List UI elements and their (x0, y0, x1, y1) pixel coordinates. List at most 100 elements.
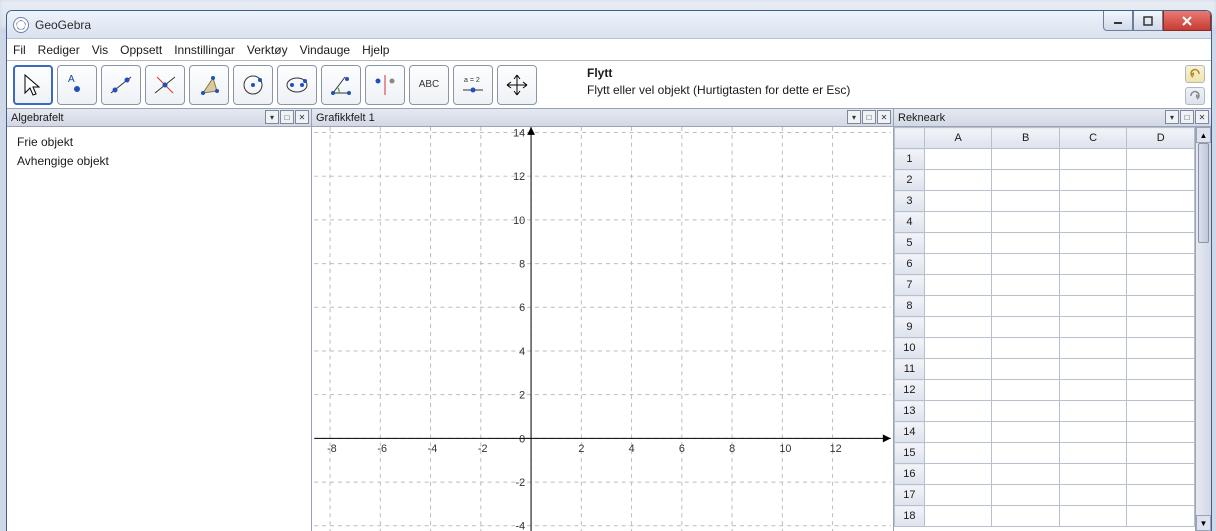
scrollbar-vertical[interactable]: ▲ ▼ (1195, 127, 1211, 531)
cell[interactable] (1059, 422, 1127, 443)
cell[interactable] (1127, 233, 1195, 254)
cell[interactable] (1059, 380, 1127, 401)
menu-hjelp[interactable]: Hjelp (362, 43, 389, 57)
menu-verktoy[interactable]: Verktøy (247, 43, 288, 57)
cell[interactable] (992, 317, 1060, 338)
tool-slider[interactable]: a = 2 (453, 65, 493, 105)
tool-circle[interactable] (233, 65, 273, 105)
row-header[interactable]: 15 (895, 443, 925, 464)
cell[interactable] (1059, 254, 1127, 275)
cell[interactable] (1127, 401, 1195, 422)
row-header[interactable]: 11 (895, 359, 925, 380)
cell[interactable] (924, 254, 992, 275)
cell[interactable] (924, 380, 992, 401)
row-header[interactable]: 9 (895, 317, 925, 338)
cell[interactable] (1059, 485, 1127, 506)
cell[interactable] (1059, 443, 1127, 464)
algebra-header[interactable]: Algebrafelt ▾ □ ✕ (7, 109, 311, 127)
menu-oppsett[interactable]: Oppsett (120, 43, 162, 57)
tool-angle[interactable] (321, 65, 361, 105)
tool-reflect[interactable] (365, 65, 405, 105)
cell[interactable] (992, 443, 1060, 464)
cell[interactable] (992, 296, 1060, 317)
cell[interactable] (1127, 485, 1195, 506)
cell[interactable] (992, 275, 1060, 296)
cell[interactable] (992, 506, 1060, 527)
cell[interactable] (924, 317, 992, 338)
cell[interactable] (1059, 149, 1127, 170)
cell[interactable] (924, 359, 992, 380)
cell[interactable] (1127, 506, 1195, 527)
cell[interactable] (924, 506, 992, 527)
close-button[interactable] (1163, 11, 1211, 31)
cell[interactable] (924, 149, 992, 170)
cell[interactable] (1127, 338, 1195, 359)
graphics-header[interactable]: Grafikkfelt 1 ▾ □ ✕ (312, 109, 893, 127)
row-header[interactable]: 1 (895, 149, 925, 170)
tool-polygon[interactable] (189, 65, 229, 105)
titlebar[interactable]: GeoGebra (7, 11, 1211, 39)
cell[interactable] (924, 275, 992, 296)
menu-rediger[interactable]: Rediger (38, 43, 80, 57)
row-header[interactable]: 10 (895, 338, 925, 359)
row-header[interactable]: 12 (895, 380, 925, 401)
cell[interactable] (924, 464, 992, 485)
algebra-item-dependent[interactable]: Avhengige objekt (17, 152, 301, 171)
cell[interactable] (1127, 191, 1195, 212)
tool-point[interactable]: A (57, 65, 97, 105)
cell[interactable] (1127, 317, 1195, 338)
panel-window-icon[interactable]: □ (862, 110, 876, 124)
tool-ellipse[interactable] (277, 65, 317, 105)
menu-innstillingar[interactable]: Innstillingar (174, 43, 235, 57)
row-header[interactable]: 8 (895, 296, 925, 317)
cell[interactable] (992, 464, 1060, 485)
spreadsheet-grid[interactable]: ABCD123456789101112131415161718 (894, 127, 1195, 531)
cell[interactable] (1127, 275, 1195, 296)
menu-vindauge[interactable]: Vindauge (300, 43, 351, 57)
cell[interactable] (992, 254, 1060, 275)
cell[interactable] (1059, 359, 1127, 380)
cell[interactable] (1059, 170, 1127, 191)
tool-perpendicular[interactable] (145, 65, 185, 105)
cell[interactable] (992, 233, 1060, 254)
cell[interactable] (1127, 464, 1195, 485)
cell[interactable] (1059, 212, 1127, 233)
panel-close-icon[interactable]: ✕ (295, 110, 309, 124)
cell[interactable] (1059, 317, 1127, 338)
cell[interactable] (924, 296, 992, 317)
cell[interactable] (992, 485, 1060, 506)
scroll-thumb[interactable] (1198, 143, 1209, 243)
tool-text[interactable]: ABC (409, 65, 449, 105)
row-header[interactable]: 7 (895, 275, 925, 296)
cell[interactable] (1127, 359, 1195, 380)
tool-move[interactable] (13, 65, 53, 105)
cell[interactable] (1127, 149, 1195, 170)
row-header[interactable]: 16 (895, 464, 925, 485)
cell[interactable] (924, 401, 992, 422)
row-header[interactable]: 17 (895, 485, 925, 506)
undo-button[interactable] (1185, 65, 1205, 83)
cell[interactable] (992, 401, 1060, 422)
cell[interactable] (992, 359, 1060, 380)
row-header[interactable]: 13 (895, 401, 925, 422)
cell[interactable] (992, 212, 1060, 233)
cell[interactable] (992, 338, 1060, 359)
minimize-button[interactable] (1103, 11, 1133, 31)
panel-menu-icon[interactable]: ▾ (847, 110, 861, 124)
col-header[interactable]: B (992, 128, 1060, 149)
row-header[interactable]: 2 (895, 170, 925, 191)
cell[interactable] (924, 485, 992, 506)
cell[interactable] (1127, 212, 1195, 233)
cell[interactable] (924, 212, 992, 233)
cell[interactable] (1059, 338, 1127, 359)
cell[interactable] (992, 170, 1060, 191)
row-header[interactable]: 3 (895, 191, 925, 212)
algebra-body[interactable]: Frie objekt Avhengige objekt (7, 127, 311, 177)
row-header[interactable]: 18 (895, 506, 925, 527)
redo-button[interactable] (1185, 87, 1205, 105)
cell[interactable] (1127, 296, 1195, 317)
row-header[interactable]: 5 (895, 233, 925, 254)
row-header[interactable]: 6 (895, 254, 925, 275)
panel-close-icon[interactable]: ✕ (1195, 110, 1209, 124)
maximize-button[interactable] (1133, 11, 1163, 31)
